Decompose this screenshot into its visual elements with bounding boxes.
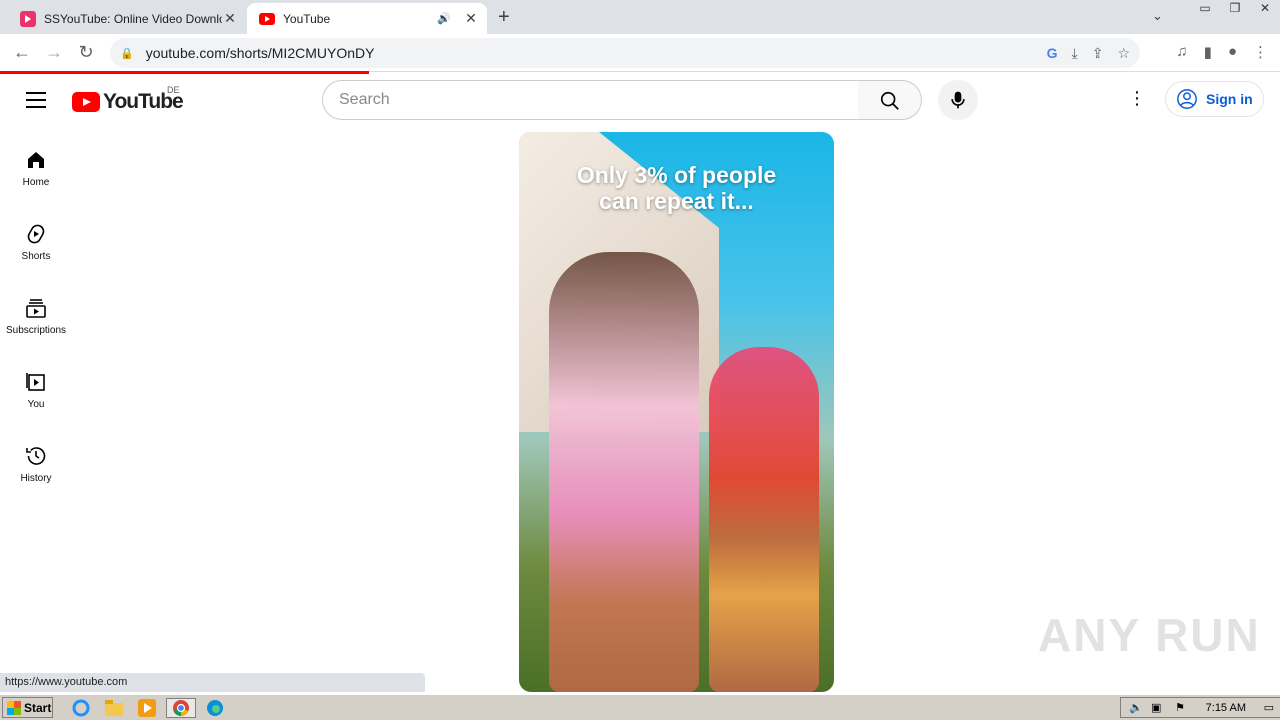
settings-menu-icon[interactable]: ⋮ <box>1128 88 1146 109</box>
media-player-icon[interactable] <box>136 698 158 718</box>
close-icon[interactable]: ✕ <box>463 10 479 27</box>
sidebar-item-shorts[interactable]: Shorts <box>0 212 72 286</box>
chrome-icon <box>173 700 189 717</box>
show-desktop-icon[interactable]: ▭ <box>1264 701 1274 714</box>
sidebar-item-label: You <box>27 399 45 410</box>
search-button[interactable] <box>858 80 922 120</box>
browser-toolbar: ← → ↻ 🔒 youtube.com/shorts/MI2CMUYOnDY G… <box>0 34 1280 72</box>
account-icon <box>1177 89 1197 109</box>
search-input[interactable]: Search <box>322 80 859 120</box>
youtube-logo[interactable]: YouTube DE <box>72 85 184 114</box>
reload-button[interactable]: ↻ <box>74 42 98 63</box>
video-frame-person <box>709 347 819 692</box>
tab-ssyoutube[interactable]: SSYouTube: Online Video Downloader ✕ <box>10 3 246 34</box>
network-icon[interactable]: ▣ <box>1151 701 1161 714</box>
restore-button[interactable]: ❐ <box>1220 0 1250 18</box>
url-text: youtube.com/shorts/MI2CMUYOnDY <box>145 45 375 61</box>
ssyoutube-icon <box>20 10 36 27</box>
browser-actions: ♫ ▮ ● ⋮ <box>1176 43 1268 61</box>
clock[interactable]: 7:15 AM <box>1206 702 1246 714</box>
internet-explorer-icon[interactable] <box>70 698 92 718</box>
install-icon[interactable]: ⤓ <box>1072 45 1078 62</box>
edge-icon[interactable] <box>204 698 226 718</box>
sidebar-item-history[interactable]: History <box>0 434 72 508</box>
tab-youtube[interactable]: YouTube 🔊 ✕ <box>247 3 487 34</box>
close-icon[interactable]: ✕ <box>222 10 238 27</box>
shorts-video-player[interactable]: Only 3% of people can repeat it... <box>519 132 834 692</box>
sidebar-item-label: Subscriptions <box>5 325 67 336</box>
start-label: Start <box>24 700 52 715</box>
tab-title: SSYouTube: Online Video Downloader <box>44 11 222 26</box>
caption-line: can repeat it... <box>599 188 754 214</box>
sidebar-item-you[interactable]: You <box>0 360 72 434</box>
flag-icon[interactable]: ⚑ <box>1175 701 1185 714</box>
start-button[interactable]: Start <box>2 697 53 718</box>
anyrun-watermark: ANY RUN <box>1038 609 1261 661</box>
forward-button[interactable]: → <box>42 42 66 63</box>
youtube-header: YouTube DE Search ⋮ Sign in <box>0 74 1280 126</box>
chevron-down-icon[interactable]: ⌄ <box>1152 8 1163 24</box>
media-control-icon[interactable]: ♫ <box>1176 43 1187 61</box>
video-frame-person <box>549 252 699 692</box>
country-code: DE <box>167 85 180 95</box>
side-panel-icon[interactable]: ▮ <box>1204 43 1212 61</box>
caption-line: Only 3% of people <box>576 162 777 188</box>
minimize-button[interactable]: ▭ <box>1190 0 1220 18</box>
status-url: https://www.youtube.com <box>0 673 425 692</box>
history-icon <box>26 447 46 465</box>
sidebar-item-label: Home <box>22 177 50 188</box>
sign-in-button[interactable]: Sign in <box>1165 81 1264 117</box>
share-icon[interactable]: ⇪ <box>1092 45 1104 62</box>
hamburger-menu-icon[interactable] <box>26 92 46 113</box>
google-icon[interactable]: G <box>1047 45 1058 62</box>
menu-icon[interactable]: ⋮ <box>1253 43 1268 61</box>
back-button[interactable]: ← <box>10 42 34 63</box>
search-icon <box>880 91 899 110</box>
window-controls: ▭ ❐ ✕ <box>1190 0 1280 18</box>
voice-search-button[interactable] <box>938 80 978 120</box>
youtube-icon <box>259 12 275 25</box>
close-window-button[interactable]: ✕ <box>1250 0 1280 18</box>
you-icon <box>26 373 45 391</box>
profile-icon[interactable]: ● <box>1228 43 1237 61</box>
bookmark-star-icon[interactable]: ☆ <box>1117 45 1130 62</box>
new-tab-button[interactable]: + <box>498 6 510 29</box>
address-bar-icons: G ⤓ ⇪ ☆ <box>1047 45 1130 62</box>
chrome-taskbar-button[interactable] <box>166 698 196 718</box>
windows-logo-icon <box>7 700 21 715</box>
sidebar-item-home[interactable]: Home <box>0 138 72 212</box>
sign-in-label: Sign in <box>1206 91 1253 107</box>
tab-title: YouTube <box>283 11 331 26</box>
address-bar[interactable]: 🔒 youtube.com/shorts/MI2CMUYOnDY G ⤓ ⇪ ☆ <box>110 38 1140 68</box>
video-caption: Only 3% of people can repeat it... <box>519 162 834 214</box>
volume-icon[interactable]: 🔈 <box>1129 701 1143 714</box>
browser-tab-strip: SSYouTube: Online Video Downloader ✕ You… <box>0 0 1280 34</box>
sidebar-item-label: Shorts <box>21 251 51 262</box>
system-tray: 🔈 ▣ ⚑ 7:15 AM ▭ <box>1120 697 1280 718</box>
sidebar: Home Shorts Subscriptions You History <box>0 138 72 508</box>
home-icon <box>28 152 44 168</box>
file-explorer-icon[interactable] <box>103 698 125 718</box>
sidebar-item-label: History <box>20 473 52 484</box>
shorts-icon <box>27 224 45 244</box>
lock-icon[interactable]: 🔒 <box>120 47 134 60</box>
taskbar: Start 🔈 ▣ ⚑ 7:15 AM ▭ <box>0 694 1280 720</box>
microphone-icon <box>951 91 965 109</box>
subscriptions-icon <box>26 299 46 318</box>
youtube-play-icon <box>72 92 100 112</box>
sidebar-item-subscriptions[interactable]: Subscriptions <box>0 286 72 360</box>
speaker-icon[interactable]: 🔊 <box>437 12 451 25</box>
